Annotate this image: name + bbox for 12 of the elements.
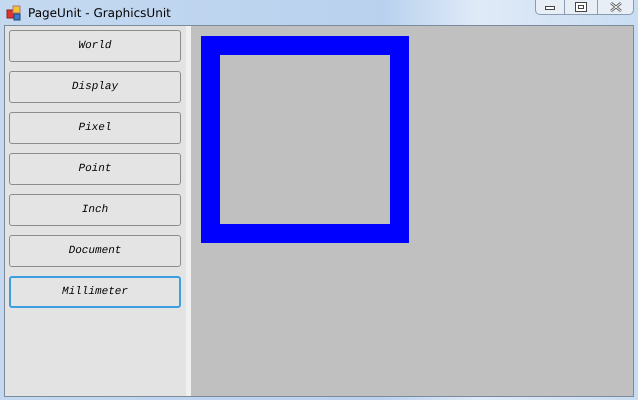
unit-button[interactable]: Inch [9, 194, 181, 226]
unit-button[interactable]: Document [9, 235, 181, 267]
maximize-icon [575, 2, 587, 12]
close-icon [610, 2, 622, 12]
unit-button[interactable]: Pixel [9, 112, 181, 144]
unit-button[interactable]: World [9, 30, 181, 62]
minimize-icon [545, 4, 555, 10]
unit-button[interactable]: Millimeter [9, 276, 181, 308]
unit-button[interactable]: Point [9, 153, 181, 185]
window-title: PageUnit - GraphicsUnit [28, 4, 171, 22]
app-icon [6, 4, 22, 20]
unit-button[interactable]: Display [9, 71, 181, 103]
